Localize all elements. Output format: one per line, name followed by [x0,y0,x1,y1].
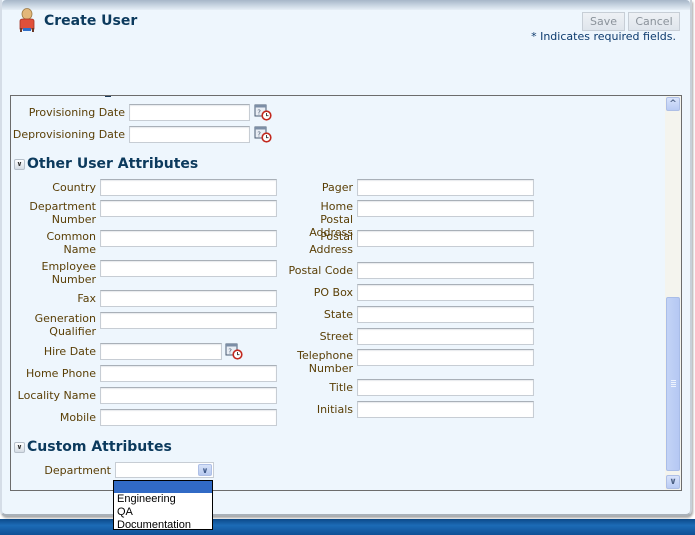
dropdown-option-documentation[interactable]: Documentation [114,519,212,532]
create-user-dialog: Create User Save Cancel * Indicates requ… [0,0,692,516]
home-phone-label: Home Phone [25,367,96,380]
telephone-number-input[interactable] [357,349,534,366]
telephone-number-label: Telephone Number [297,349,353,375]
postal-address-label: Postal Address [309,230,353,256]
scrollbar-thumb[interactable] [666,297,680,471]
state-input[interactable] [357,306,534,323]
po-box-label: PO Box [313,286,353,299]
form-scroll-panel: Provisioning Date ? Deprovisioning Date … [10,95,682,491]
locality-name-label: Locality Name [17,389,96,402]
clipped-content-mark [105,96,111,97]
dropdown-option-blank[interactable] [114,481,212,493]
title-label: Title [329,381,353,394]
department-dropdown-list[interactable]: Engineering QA Documentation [113,480,213,532]
dropdown-option-qa[interactable]: QA [114,506,212,519]
home-postal-address-input[interactable] [357,200,534,217]
form-content: Provisioning Date ? Deprovisioning Date … [11,96,666,490]
svg-text:?: ? [257,131,261,139]
section-title: Custom Attributes [27,439,172,455]
postal-address-input[interactable] [357,230,534,247]
scroll-down-button[interactable]: ∨ [666,475,680,489]
fax-input[interactable] [100,290,277,307]
employee-number-input[interactable] [100,260,277,277]
calendar-clock-icon[interactable]: ? [254,125,272,143]
other-user-attributes-header[interactable]: ∨ Other User Attributes [14,156,198,172]
employee-number-label: Employee Number [41,260,96,286]
po-box-input[interactable] [357,284,534,301]
provisioning-date-label: Provisioning Date [28,106,125,119]
collapse-toggle-icon[interactable]: ∨ [14,441,25,453]
generation-qualifier-label: Generation Qualifier [34,312,96,338]
department-number-input[interactable] [100,200,277,217]
save-button[interactable]: Save [582,12,625,31]
cancel-button[interactable]: Cancel [628,12,680,31]
initials-label: Initials [316,403,353,416]
deprovisioning-date-label: Deprovisioning Date [12,128,125,141]
hire-date-input[interactable] [100,343,222,360]
desktop-taskbar [0,519,695,535]
mobile-input[interactable] [100,409,277,426]
street-input[interactable] [357,328,534,345]
calendar-clock-icon[interactable]: ? [254,103,272,121]
street-label: Street [319,330,353,343]
dialog-title-bar [2,0,690,10]
custom-attributes-header[interactable]: ∨ Custom Attributes [14,439,172,455]
postal-code-input[interactable] [357,262,534,279]
pager-label: Pager [321,181,353,194]
mobile-label: Mobile [59,411,96,424]
svg-text:?: ? [257,109,261,117]
locality-name-input[interactable] [100,387,277,404]
generation-qualifier-input[interactable] [100,312,277,329]
postal-code-label: Postal Code [288,264,353,277]
vertical-scrollbar[interactable]: ^ ∨ [665,96,681,490]
page-title: Create User [44,13,138,29]
scroll-up-button[interactable]: ^ [666,97,680,111]
grip-icon [671,380,676,388]
fax-label: Fax [77,292,96,305]
section-title: Other User Attributes [27,156,199,172]
pager-input[interactable] [357,179,534,196]
calendar-clock-icon[interactable]: ? [225,342,243,360]
required-fields-note: * Indicates required fields. [531,30,676,43]
initials-input[interactable] [357,401,534,418]
country-input[interactable] [100,179,277,196]
deprovisioning-date-input[interactable] [129,126,250,143]
home-phone-input[interactable] [100,365,277,382]
department-number-label: Department Number [29,200,96,226]
title-input[interactable] [357,379,534,396]
hire-date-label: Hire Date [43,345,96,358]
common-name-label: Common Name [46,230,96,256]
state-label: State [323,308,353,321]
department-label: Department [44,464,111,477]
chevron-down-icon[interactable]: ∨ [198,464,212,476]
department-select[interactable]: ∨ [115,462,214,478]
common-name-input[interactable] [100,230,277,247]
collapse-toggle-icon[interactable]: ∨ [14,158,25,170]
dropdown-option-engineering[interactable]: Engineering [114,493,212,506]
provisioning-date-input[interactable] [129,104,250,121]
country-label: Country [52,181,96,194]
svg-text:?: ? [228,348,232,356]
user-icon [19,8,35,32]
